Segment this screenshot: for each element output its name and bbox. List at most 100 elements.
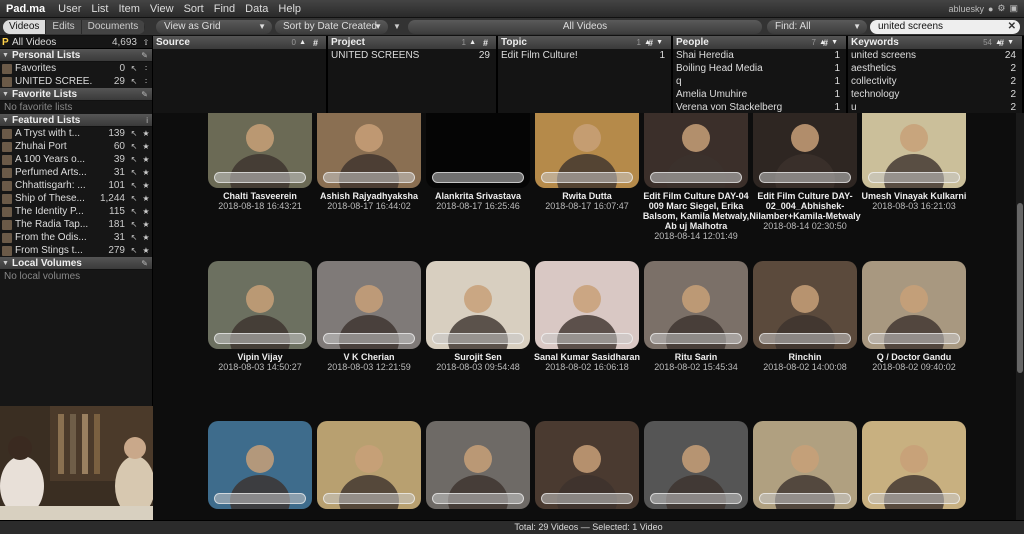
column-menu-icon[interactable]: # — [313, 38, 318, 48]
star-icon[interactable]: ★ — [140, 142, 152, 151]
chevron-down-icon[interactable]: ▼ — [1007, 39, 1014, 46]
browser-row[interactable]: aesthetics 2 — [848, 62, 1022, 75]
column-header[interactable]: Source 0 ▲ # — [153, 36, 326, 49]
info-icon[interactable]: i — [146, 116, 148, 125]
view-select[interactable]: View as Grid ▼ — [156, 20, 272, 34]
section-favorite-lists[interactable]: ▼ Favorite Lists ✎ — [0, 88, 152, 101]
column-menu-icon[interactable]: # — [823, 38, 828, 48]
cursor-icon[interactable]: ↖ — [128, 77, 140, 86]
browser-row[interactable]: q1 — [673, 75, 846, 88]
section-local-volumes[interactable]: ▼ Local Volumes ✎ — [0, 257, 152, 270]
cursor-icon[interactable]: ↖ — [128, 168, 140, 177]
user-area[interactable]: abluesky ● ⚙ ▣ — [948, 3, 1024, 14]
menu-view[interactable]: View — [145, 3, 179, 15]
timeline-bar[interactable] — [759, 172, 851, 183]
timeline-bar[interactable] — [214, 333, 306, 344]
star-icon[interactable]: ★ — [140, 168, 152, 177]
sidebar-list-item[interactable]: Favorites 0 ↖ ∶ — [0, 62, 152, 75]
menu-list[interactable]: List — [86, 3, 113, 15]
sidebar-list-item[interactable]: The Identity P... 115 ↖ ★ — [0, 205, 152, 218]
timeline-bar[interactable] — [868, 333, 960, 344]
cursor-icon[interactable]: ↖ — [128, 181, 140, 190]
timeline-bar[interactable] — [541, 493, 633, 504]
sidebar-list-item[interactable]: UNITED SCREE... 29 ↖ ∶ — [0, 75, 152, 88]
star-icon[interactable]: ★ — [140, 246, 152, 255]
sort-arrow-icon[interactable]: ▲ — [469, 39, 476, 46]
timeline-bar[interactable] — [541, 333, 633, 344]
chevron-down-icon[interactable]: ▼ — [656, 39, 663, 46]
browser-row[interactable]: Boiling Head Media 1 — [673, 62, 846, 75]
cursor-icon[interactable]: ↖ — [128, 155, 140, 164]
timeline-bar[interactable] — [323, 493, 415, 504]
sidebar-item-all-videos[interactable]: P All Videos 4,693 ⇧ — [0, 36, 152, 49]
find-select[interactable]: Find: All ▼ — [767, 20, 867, 34]
cursor-icon[interactable]: ↖ — [128, 142, 140, 151]
section-personal-lists[interactable]: ▼ Personal Lists ✎ — [0, 49, 152, 62]
timeline-bar[interactable] — [868, 493, 960, 504]
sidebar-list-item[interactable]: Perfumed Arts... 31 ↖ ★ — [0, 166, 152, 179]
sidebar-list-item[interactable]: A 100 Years o... 39 ↖ ★ — [0, 153, 152, 166]
timeline-bar[interactable] — [432, 172, 524, 183]
sidebar-list-item[interactable]: From the Odis... 31 ↖ ★ — [0, 231, 152, 244]
timeline-bar[interactable] — [214, 172, 306, 183]
cursor-icon[interactable]: ↖ — [128, 207, 140, 216]
star-icon[interactable]: ★ — [140, 181, 152, 190]
column-menu-icon[interactable]: # — [648, 38, 653, 48]
timeline-bar[interactable] — [432, 333, 524, 344]
app-logo[interactable]: Pad.ma — [0, 3, 53, 15]
column-header[interactable]: Project 1 ▲ # — [328, 36, 496, 49]
user-icon[interactable]: ● — [988, 4, 993, 14]
tab-documents[interactable]: Documents — [81, 20, 146, 34]
search-input[interactable]: united screens ✕ — [870, 20, 1020, 34]
cursor-icon[interactable]: ↖ — [128, 233, 140, 242]
sidebar-list-item[interactable]: Chhattisgarh: ... 101 ↖ ★ — [0, 179, 152, 192]
timeline-bar[interactable] — [759, 493, 851, 504]
menu-item[interactable]: Item — [114, 3, 145, 15]
menu-help[interactable]: Help — [273, 3, 306, 15]
section-featured-lists[interactable]: ▼ Featured Lists i — [0, 114, 152, 127]
column-header[interactable]: People 7 ▲ ▼ # — [673, 36, 846, 49]
cursor-icon[interactable]: ↖ — [128, 64, 140, 73]
chevron-down-icon[interactable]: ▼ — [831, 39, 838, 46]
timeline-bar[interactable] — [323, 172, 415, 183]
timeline-bar[interactable] — [759, 333, 851, 344]
sidebar-list-item[interactable]: The Radia Tap... 181 ↖ ★ — [0, 218, 152, 231]
cursor-icon[interactable]: ↖ — [128, 220, 140, 229]
star-icon[interactable]: ★ — [140, 155, 152, 164]
tab-edits[interactable]: Edits — [46, 20, 82, 34]
star-icon[interactable]: ★ — [140, 207, 152, 216]
sort-direction-icon[interactable]: ▼ — [390, 20, 404, 34]
browser-row[interactable]: Amelia Umuhire 1 — [673, 88, 846, 101]
edit-icon[interactable]: ✎ — [141, 259, 148, 268]
browser-row[interactable]: UNITED SCREENS 29 — [328, 49, 496, 62]
timeline-bar[interactable] — [650, 333, 742, 344]
cursor-icon[interactable]: ↖ — [128, 129, 140, 138]
timeline-bar[interactable] — [541, 172, 633, 183]
browser-row[interactable]: Edit Film Culture! 1 — [498, 49, 671, 62]
column-menu-icon[interactable]: # — [483, 38, 488, 48]
timeline-bar[interactable] — [868, 172, 960, 183]
cursor-icon[interactable]: ↖ — [128, 194, 140, 203]
menu-find[interactable]: Find — [209, 3, 240, 15]
video-preview[interactable] — [0, 406, 153, 520]
sidebar-list-item[interactable]: Zhuhai Port 60 ↖ ★ — [0, 140, 152, 153]
star-icon[interactable]: ★ — [140, 233, 152, 242]
timeline-bar[interactable] — [650, 493, 742, 504]
cursor-icon[interactable]: ↖ — [128, 246, 140, 255]
star-icon[interactable]: ★ — [140, 194, 152, 203]
star-icon[interactable]: ★ — [140, 129, 152, 138]
timeline-bar[interactable] — [323, 333, 415, 344]
fullscreen-icon[interactable]: ▣ — [1009, 3, 1018, 14]
menu-sort[interactable]: Sort — [179, 3, 209, 15]
column-header[interactable]: Topic 1 ▲ ▼ # — [498, 36, 671, 49]
edit-icon[interactable]: ✎ — [141, 51, 148, 60]
menu-data[interactable]: Data — [240, 3, 273, 15]
edit-icon[interactable]: ✎ — [141, 90, 148, 99]
clear-search-icon[interactable]: ✕ — [1008, 20, 1016, 34]
timeline-bar[interactable] — [650, 172, 742, 183]
sidebar-list-item[interactable]: From Stings t... 279 ↖ ★ — [0, 244, 152, 257]
rss-icon[interactable]: ∶ — [140, 77, 152, 86]
sidebar-list-item[interactable]: Ship of These... 1,244 ↖ ★ — [0, 192, 152, 205]
sort-arrow-icon[interactable]: ▲ — [299, 39, 306, 46]
browser-row[interactable]: united screens 24 — [848, 49, 1022, 62]
